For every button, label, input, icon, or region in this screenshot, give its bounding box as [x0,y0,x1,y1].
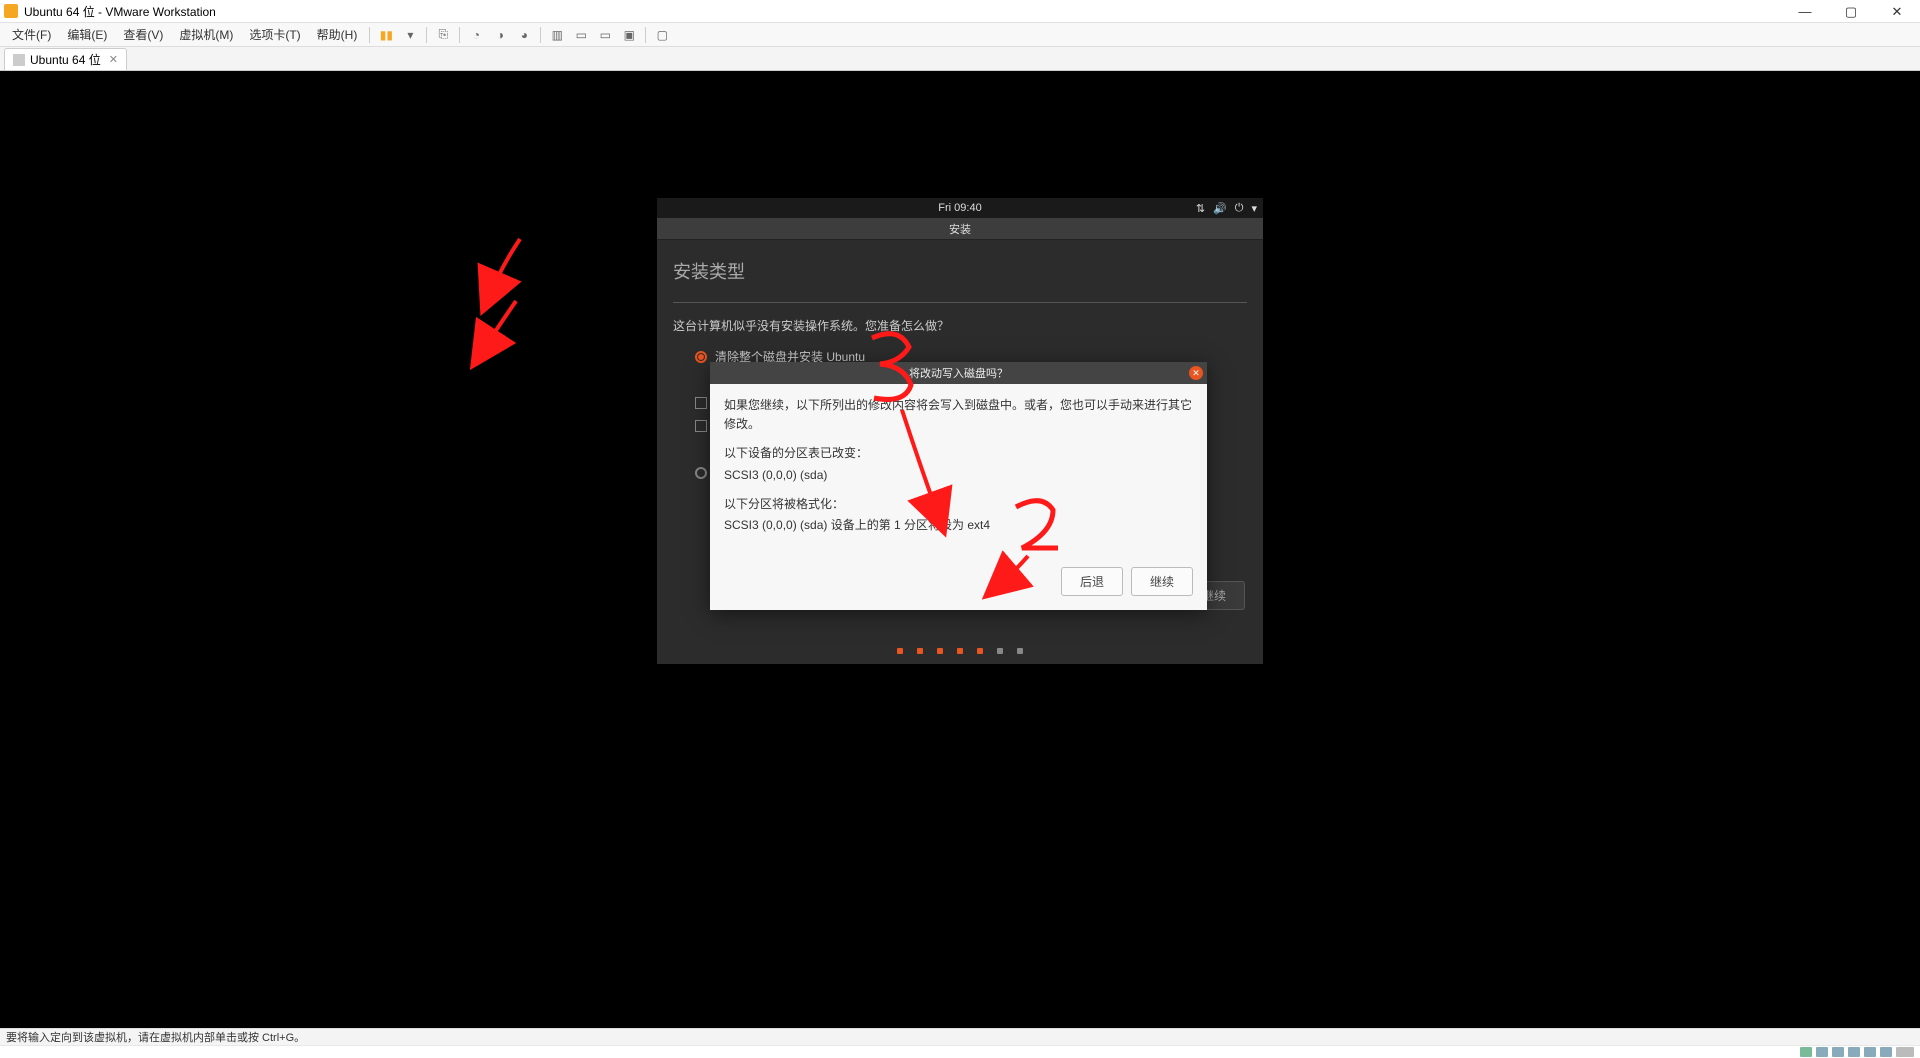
window-maximize[interactable]: ▢ [1828,0,1874,23]
statusbar: 要将输入定向到该虚拟机，请在虚拟机内部单击或按 Ctrl+G。 [0,1028,1920,1045]
radio-icon[interactable] [695,351,707,363]
layout-icon-2[interactable]: ▭ [572,26,590,44]
tray-icon[interactable] [1800,1047,1812,1057]
installer-window-title: 安装 [657,218,1263,240]
dialog-button-row: 后退 继续 [710,557,1207,610]
dialog-title: 将改动写入磁盘吗？ [909,365,1008,381]
installer-heading: 安装类型 [673,258,1247,284]
tool-icon-2[interactable]: ◑ [491,26,509,44]
menubar: 文件(F) 编辑(E) 查看(V) 虚拟机(M) 选项卡(T) 帮助(H) ▮▮… [0,23,1920,47]
separator [459,27,460,43]
tab-label: Ubuntu 64 位 [30,51,101,68]
menu-edit[interactable]: 编辑(E) [59,26,115,43]
dot [1017,648,1023,654]
menu-tabs[interactable]: 选项卡(T) [241,26,308,43]
vm-viewport[interactable]: Fri 09:40 ⇅ 🔊 ⏻ ▾ 安装 安装类型 这台计算机似乎没有安装操作系… [0,71,1920,1028]
tab-ubuntu[interactable]: Ubuntu 64 位 ✕ [4,48,127,70]
guest-screen[interactable]: Fri 09:40 ⇅ 🔊 ⏻ ▾ 安装 安装类型 这台计算机似乎没有安装操作系… [657,198,1263,664]
dialog-close-icon[interactable]: ✕ [1189,366,1203,380]
dot [897,648,903,654]
tray-icon[interactable] [1848,1047,1860,1057]
separator [540,27,541,43]
menu-vm[interactable]: 虚拟机(M) [171,26,241,43]
tray-icon[interactable] [1832,1047,1844,1057]
dropdown-icon[interactable]: ▾ [401,26,419,44]
window-title: Ubuntu 64 位 - VMware Workstation [24,3,216,20]
snapshot-icon[interactable]: ⎘ [434,26,452,44]
installer-prompt: 这台计算机似乎没有安装操作系统。您准备怎么做？ [673,317,1247,334]
volume-icon[interactable]: 🔊 [1213,202,1227,215]
dialog-text-devices-heading: 以下设备的分区表已改变： [724,444,1193,463]
dialog-continue-button[interactable]: 继续 [1131,567,1193,596]
menu-view[interactable]: 查看(V) [115,26,171,43]
window-titlebar: Ubuntu 64 位 - VMware Workstation — ▢ ✕ [0,0,1920,23]
tray-icon[interactable] [1896,1047,1914,1057]
vmware-icon [4,4,18,18]
installer-window-title-text: 安装 [949,221,971,237]
dot-active [997,648,1003,654]
tabbar: Ubuntu 64 位 ✕ [0,47,1920,71]
dot [937,648,943,654]
layout-icon-4[interactable]: ▣ [620,26,638,44]
chevron-down-icon[interactable]: ▾ [1251,202,1257,215]
tab-close-icon[interactable]: ✕ [109,53,118,66]
tool-icon-1[interactable]: ◔ [467,26,485,44]
dot [977,648,983,654]
window-close[interactable]: ✕ [1874,0,1920,23]
power-icon[interactable]: ⏻ [1235,202,1244,215]
dialog-back-button[interactable]: 后退 [1061,567,1123,596]
dot [957,648,963,654]
tray-bar [0,1045,1920,1058]
checkbox-icon[interactable] [695,397,707,409]
separator [369,27,370,43]
dialog-titlebar[interactable]: 将改动写入磁盘吗？ ✕ [710,362,1207,384]
progress-dots [657,648,1263,654]
tab-vm-icon [13,54,25,66]
pause-icon[interactable]: ▮▮ [377,26,395,44]
radio-icon[interactable] [695,467,707,479]
write-changes-dialog: 将改动写入磁盘吗？ ✕ 如果您继续，以下所列出的修改内容将会写入到磁盘中。或者，… [710,362,1207,610]
tool-icon-3[interactable]: ◕ [515,26,533,44]
dialog-text-format-heading: 以下分区将被格式化： [724,495,1193,514]
menu-file[interactable]: 文件(F) [4,26,59,43]
dialog-body: 如果您继续，以下所列出的修改内容将会写入到磁盘中。或者，您也可以手动来进行其它修… [710,384,1207,557]
tray-icon[interactable] [1864,1047,1876,1057]
divider [673,302,1247,303]
dot [917,648,923,654]
layout-icon-1[interactable]: ▥ [548,26,566,44]
checkbox-icon[interactable] [695,420,707,432]
ubuntu-topbar: Fri 09:40 ⇅ 🔊 ⏻ ▾ [657,198,1263,218]
window-minimize[interactable]: — [1782,0,1828,23]
status-text: 要将输入定向到该虚拟机，请在虚拟机内部单击或按 Ctrl+G。 [6,1029,305,1045]
clock-label: Fri 09:40 [938,202,981,214]
tray-icon[interactable] [1816,1047,1828,1057]
menu-help[interactable]: 帮助(H) [309,26,366,43]
tray-icon[interactable] [1880,1047,1892,1057]
layout-icon-3[interactable]: ▭ [596,26,614,44]
network-icon[interactable]: ⇅ [1196,202,1205,215]
separator [645,27,646,43]
dialog-text-intro: 如果您继续，以下所列出的修改内容将会写入到磁盘中。或者，您也可以手动来进行其它修… [724,396,1193,434]
dialog-text-partition: SCSI3 (0,0,0) (sda) 设备上的第 1 分区将设为 ext4 [724,516,1193,535]
dialog-text-device: SCSI3 (0,0,0) (sda) [724,466,1193,485]
separator [426,27,427,43]
fullscreen-icon[interactable]: ▢ [653,26,671,44]
